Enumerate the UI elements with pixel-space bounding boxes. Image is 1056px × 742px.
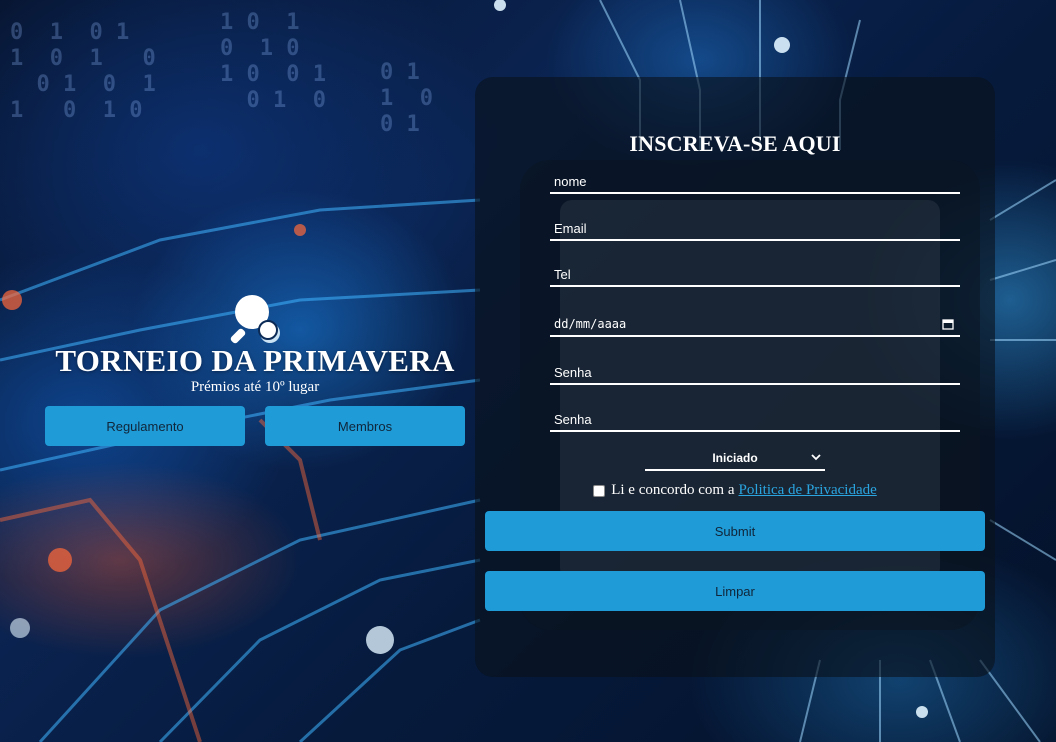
phone-input-placeholder: Tel: [554, 266, 571, 282]
email-input-placeholder: Email: [554, 220, 587, 236]
level-select[interactable]: Iniciado: [645, 446, 825, 471]
hero-subtitle: Prémios até 10º lugar: [190, 379, 320, 395]
email-input[interactable]: Email: [550, 217, 960, 241]
hero-buttons: Regulamento Membros: [45, 406, 465, 446]
calendar-icon[interactable]: [942, 318, 954, 330]
membros-button[interactable]: Membros: [265, 406, 465, 446]
password-input-placeholder: Senha: [554, 364, 592, 380]
name-input-placeholder: nome: [554, 173, 587, 189]
phone-input[interactable]: Tel: [550, 263, 960, 287]
hero-section: TORNEIO DA PRIMAVERA Prémios até 10º lug…: [45, 292, 465, 446]
hero-title: TORNEIO DA PRIMAVERA: [55, 343, 455, 378]
consent-text: Li e concordo com a: [611, 482, 735, 498]
chevron-down-icon: [811, 454, 821, 461]
password-confirm-input[interactable]: Senha: [550, 408, 960, 432]
signup-form-panel: INSCREVA-SE AQUI nome Email Tel dd/mm/aa…: [475, 77, 995, 677]
clear-button[interactable]: Limpar: [485, 571, 985, 611]
privacy-consent: Li e concordo com a Politica de Privacid…: [475, 482, 995, 499]
password-input[interactable]: Senha: [550, 361, 960, 385]
date-input[interactable]: dd/mm/aaaa: [550, 313, 960, 337]
date-input-placeholder: dd/mm/aaaa: [554, 317, 627, 331]
level-select-value: Iniciado: [712, 450, 758, 465]
password-confirm-input-placeholder: Senha: [554, 411, 592, 427]
form-title: INSCREVA-SE AQUI: [629, 131, 841, 156]
regulamento-button[interactable]: Regulamento: [45, 406, 245, 446]
ping-pong-paddle-icon: [230, 295, 278, 344]
privacy-checkbox[interactable]: [593, 484, 606, 497]
name-input[interactable]: nome: [550, 170, 960, 194]
privacy-policy-link[interactable]: Politica de Privacidade: [738, 482, 876, 499]
submit-button[interactable]: Submit: [485, 511, 985, 551]
